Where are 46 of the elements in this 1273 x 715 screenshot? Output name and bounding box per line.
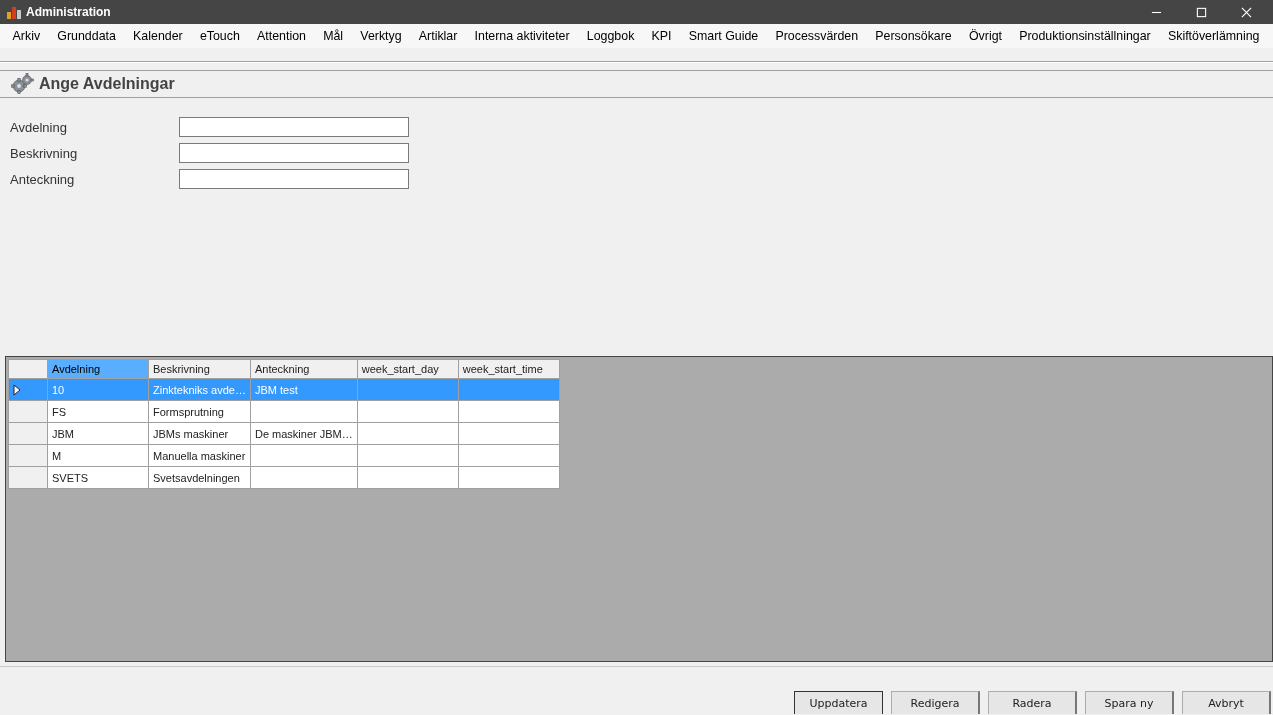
menu-item[interactable]: Skiftöverlämning xyxy=(1159,29,1269,43)
action-button[interactable]: Avbryt xyxy=(1182,691,1271,714)
column-header[interactable]: week_start_day xyxy=(357,359,459,379)
menu-item[interactable]: Smart Guide xyxy=(680,29,767,43)
bar-chart-icon xyxy=(6,4,22,20)
menu-item[interactable]: Övrigt xyxy=(960,29,1011,43)
column-header[interactable]: week_start_time xyxy=(458,359,560,379)
gears-icon xyxy=(10,72,34,96)
menu-item[interactable]: KPI xyxy=(642,29,681,43)
corner-header xyxy=(8,359,48,379)
input-field[interactable] xyxy=(179,143,409,163)
menu-item[interactable]: Produktionsinställningar xyxy=(1010,29,1160,43)
action-button[interactable]: Radera xyxy=(988,691,1077,714)
menu-item[interactable]: Loggbok xyxy=(578,29,643,43)
maximize-icon[interactable] xyxy=(1196,6,1207,18)
menu-item[interactable]: Grunddata xyxy=(48,29,125,43)
row-header[interactable] xyxy=(8,422,48,445)
field-label: Beskrivning xyxy=(10,145,79,161)
panel-title: Ange Avdelningar xyxy=(39,75,175,93)
column-header[interactable]: Beskrivning xyxy=(148,359,251,379)
menu-item[interactable]: Mål xyxy=(314,29,352,43)
menu-item[interactable]: Artiklar xyxy=(410,29,466,43)
row-pointer-icon xyxy=(13,383,21,396)
field-label: Avdelning xyxy=(10,119,68,135)
action-button[interactable]: Uppdatera xyxy=(794,691,883,714)
menu-item[interactable]: Personsökare xyxy=(866,29,961,43)
input-field[interactable] xyxy=(179,117,409,137)
menu-item[interactable]: Verktyg xyxy=(351,29,411,43)
menu-item[interactable]: Arkiv xyxy=(4,29,49,43)
menu-item[interactable]: Processvärden xyxy=(766,29,867,43)
row-header[interactable] xyxy=(8,466,48,489)
action-button[interactable]: Spara ny xyxy=(1085,691,1174,714)
row-header[interactable] xyxy=(8,400,48,423)
row-header[interactable] xyxy=(8,444,48,467)
menu-item[interactable]: Attention xyxy=(248,29,315,43)
column-header[interactable]: Anteckning xyxy=(250,359,358,379)
menu-item[interactable]: Kalender xyxy=(124,29,192,43)
action-button[interactable]: Redigera xyxy=(891,691,980,714)
window-title: Administration xyxy=(26,5,111,19)
close-icon[interactable] xyxy=(1241,6,1252,18)
menu-item[interactable]: Interna aktiviteter xyxy=(465,29,579,43)
column-header[interactable]: Avdelning xyxy=(47,359,149,379)
menu-item[interactable]: eTouch xyxy=(191,29,249,43)
field-label: Anteckning xyxy=(10,171,76,187)
input-field[interactable] xyxy=(179,169,409,189)
row-header[interactable] xyxy=(8,378,48,401)
